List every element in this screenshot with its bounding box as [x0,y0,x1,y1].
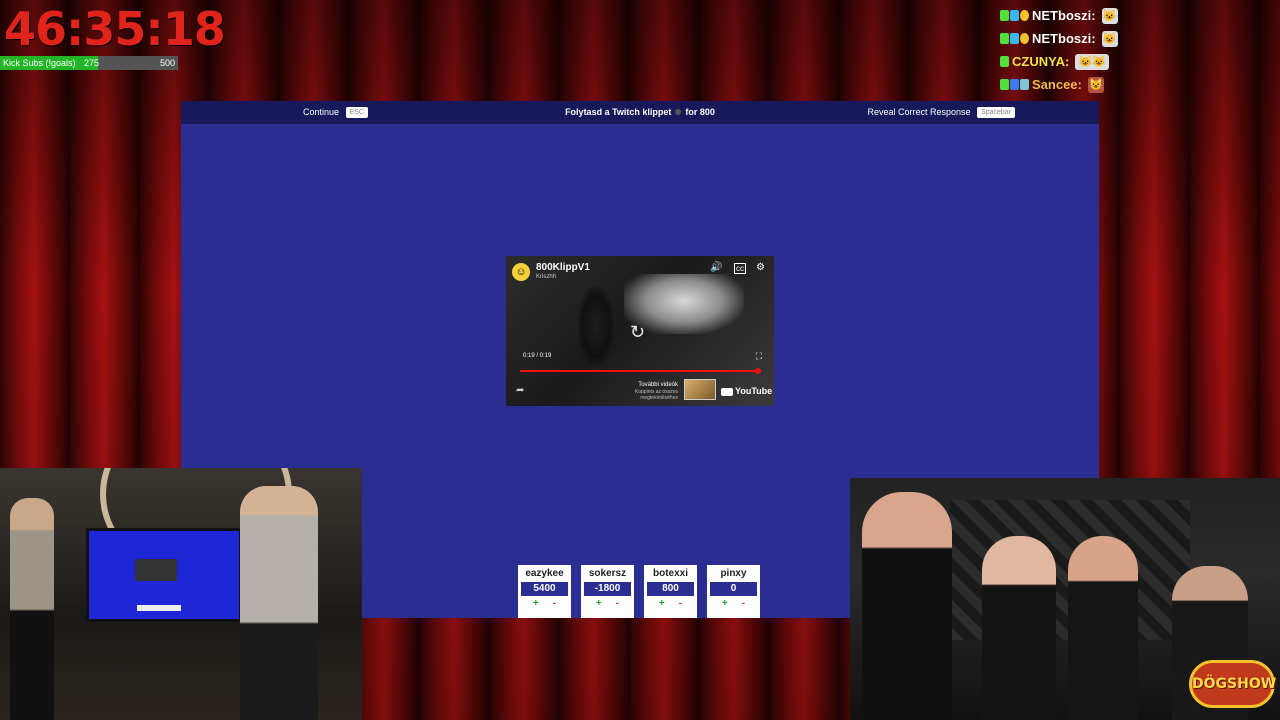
player-score-card: botexxi 800 + - [644,565,697,618]
kick-badge-icon [1000,79,1009,90]
subs-goal-bar: Kick Subs (!goals) 275 500 [0,56,178,70]
player-cam-1 [862,492,952,720]
youtube-logo[interactable]: YouTube [721,386,772,396]
add-points-button[interactable]: + [596,598,602,609]
video-title[interactable]: 800KlippV1 [536,262,590,273]
replay-icon[interactable]: ↻ [630,322,645,343]
subs-goal-label: Kick Subs (!goals) [3,58,76,68]
player-cam-2 [982,536,1056,720]
chat-username: NETboszi: [1032,31,1096,46]
video-progress-bar[interactable] [520,368,761,374]
youtube-label: YouTube [735,386,773,396]
channel-avatar[interactable]: ☺ [512,263,530,281]
player-score: 800 [647,582,694,596]
add-points-button[interactable]: + [533,598,539,609]
settings-gear-icon[interactable]: ⚙ [756,262,765,273]
host-left [10,498,54,720]
host-right [240,486,318,720]
dogshow-logo: DÖGSHOW [1189,660,1276,708]
share-icon[interactable]: ➦ [516,385,524,396]
coin-badge-icon [1020,33,1029,44]
more-videos-thumbnail[interactable] [684,379,716,400]
player-name: pinxy [720,568,747,579]
reveal-response-button[interactable]: Reveal Correct Response Spacebar [867,107,1015,119]
add-points-button[interactable]: + [659,598,665,609]
stream-timer: 46:35:18 [4,2,226,56]
player-score-card: eazykee 5400 + - [518,565,571,618]
scoreboard: eazykee 5400 + - sokersz -1800 + - botexxi… [518,565,760,618]
subtract-points-button[interactable]: - [742,598,745,609]
youtube-play-icon [721,387,733,396]
webcam-hosts [0,468,362,720]
player-score-card: pinxy 0 + - [707,565,760,618]
player-score: 5400 [521,582,568,596]
chat-username: NETboszi: [1032,8,1096,23]
avatar-emote-icon: 😺 [1087,76,1104,93]
cat-emote-icon: 😺😺 [1075,53,1110,70]
chat-overlay: NETboszi: 😺 NETboszi: 😺 CZUNYA: 😺😺 Sance… [1000,4,1118,96]
chat-message: NETboszi: 😺 [1000,27,1118,50]
kick-badge-icon [1000,33,1009,44]
chat-message: NETboszi: 😺 [1000,4,1118,27]
player-cam-3 [1068,536,1138,720]
subtract-points-button[interactable]: - [679,598,682,609]
chat-message: CZUNYA: 😺😺 [1000,50,1118,73]
question-points: for 800 [685,107,715,117]
player-name: sokersz [588,568,627,579]
webcam-players: DÖGSHOW [850,478,1280,720]
more-videos-label: További videók [638,382,678,388]
spacebar-key-hint: Spacebar [977,107,1015,119]
captions-icon[interactable]: cc [734,263,746,274]
kick-badge-icon [1000,10,1009,21]
question-text: Folytasd a Twitch klippet [565,107,672,117]
reveal-label: Reveal Correct Response [867,107,971,117]
chat-username: CZUNYA: [1012,54,1070,69]
sub-badge-icon [1010,79,1019,90]
fullscreen-icon[interactable]: ⛶ [756,351,762,362]
game-topbar: Continue ESC Folytasd a Twitch klippet fo… [181,101,1099,124]
player-name: eazykee [525,568,564,579]
video-channel[interactable]: Kriszhh [536,274,556,280]
separator-dot-icon [675,109,682,115]
progress-knob[interactable] [755,368,761,374]
cat-emote-icon: 😺 [1101,30,1118,47]
chat-message: Sancee: 😺 [1000,73,1118,96]
sub-badge-icon [1010,10,1019,21]
game-display-tv [86,528,242,622]
tv-video-thumbnail [135,559,177,581]
sub-badge-icon [1010,33,1019,44]
add-points-button[interactable]: + [722,598,728,609]
subtract-points-button[interactable]: - [616,598,619,609]
subs-goal-current: 275 [84,58,100,68]
more-videos-sub: Koppints az összes megtekintéséhez [634,389,678,401]
cat-emote-icon: 😺 [1101,7,1118,24]
volume-icon[interactable]: 🔊 [710,262,722,273]
video-frame-figure [578,286,614,366]
subs-goal-target: 500 [159,58,175,68]
more-videos-link[interactable]: További videók Koppints az összes megtek… [598,382,678,401]
subtract-points-button[interactable]: - [553,598,556,609]
coin-badge-icon [1020,10,1029,21]
player-score-card: sokersz -1800 + - [581,565,634,618]
tv-scoreboard [137,605,181,611]
gift-badge-icon [1020,79,1029,90]
kick-badge-icon [1000,56,1009,67]
player-score: 0 [710,582,757,596]
player-name: botexxi [652,568,688,579]
player-score: -1800 [584,582,631,596]
video-time: 0:19 / 0:19 [523,353,552,359]
chat-username: Sancee: [1032,77,1082,92]
video-player[interactable]: ☺ 800KlippV1 Kriszhh 🔊 cc ⚙ ↻ 0:19 / 0:1… [506,256,774,406]
